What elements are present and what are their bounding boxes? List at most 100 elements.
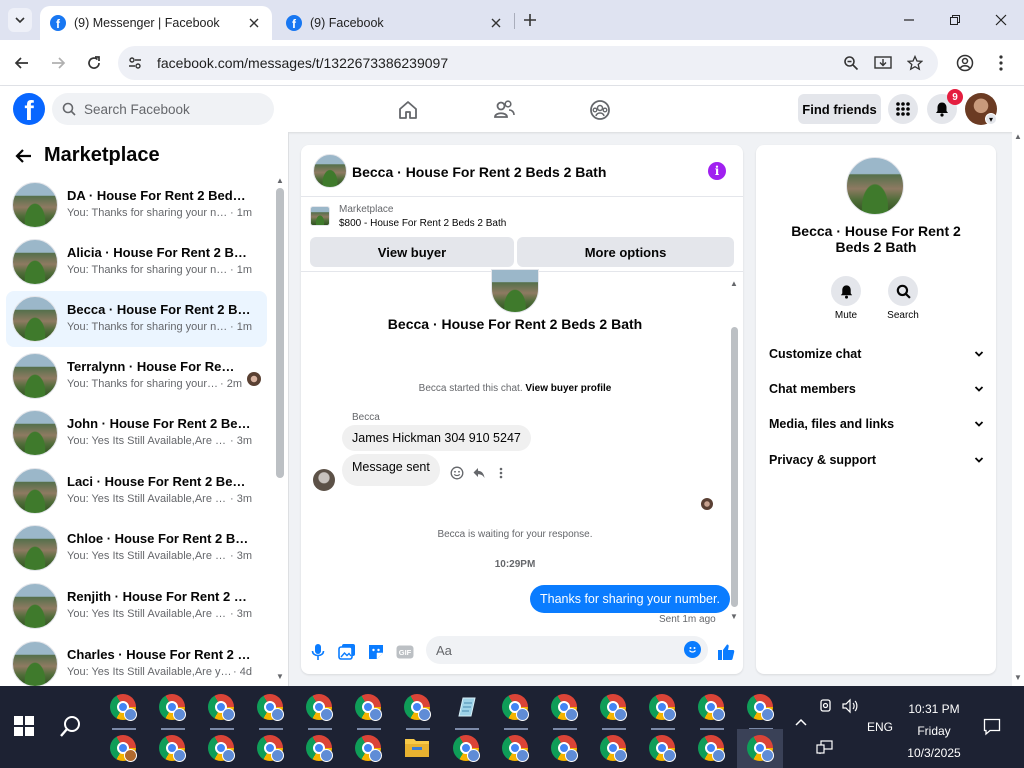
sender-avatar[interactable] <box>313 469 335 491</box>
more-vertical-icon[interactable] <box>490 464 512 482</box>
site-info-icon[interactable] <box>126 54 144 72</box>
scroll-down-arrow-icon[interactable]: ▼ <box>276 672 284 681</box>
sidebar-scrollbar[interactable] <box>276 188 284 478</box>
windows-start-icon[interactable] <box>14 716 34 736</box>
zoom-icon[interactable] <box>842 54 860 72</box>
omnibox[interactable]: facebook.com/messages/t/1322673386239097 <box>118 46 938 80</box>
conversation-item[interactable]: Renjith · House For Rent 2 Beds... You: … <box>6 578 267 634</box>
gif-icon[interactable]: GIF <box>395 642 415 662</box>
taskbar-chrome-icon[interactable] <box>600 694 628 730</box>
scroll-down-arrow-icon[interactable]: ▼ <box>1014 673 1022 682</box>
taskbar-chrome-icon[interactable] <box>355 735 383 763</box>
scroll-down-arrow-icon[interactable]: ▼ <box>730 612 738 621</box>
message-input[interactable]: Aa <box>426 636 708 664</box>
facebook-search-input[interactable]: Search Facebook <box>52 93 274 125</box>
close-tab-icon[interactable] <box>246 15 262 31</box>
taskbar-chrome-icon[interactable] <box>257 694 285 730</box>
find-friends-button[interactable]: Find friends <box>798 94 881 124</box>
conversation-item[interactable]: DA · House For Rent 2 Beds 2 B... You: T… <box>6 177 267 233</box>
tab-facebook[interactable]: f (9) Facebook <box>276 6 514 40</box>
taskbar-chrome-icon[interactable] <box>649 735 677 763</box>
sticker-icon[interactable] <box>366 642 386 662</box>
back-button[interactable] <box>11 52 33 74</box>
taskbar-clock[interactable]: 10:31 PM Friday 10/3/2025 <box>904 698 964 764</box>
taskbar-chrome-icon[interactable] <box>208 735 236 763</box>
conversation-item[interactable]: Terralynn · House For Rent 2 ... You: Th… <box>6 348 267 404</box>
forward-button[interactable] <box>47 52 69 74</box>
browser-menu-button[interactable] <box>990 52 1012 74</box>
minimize-button[interactable] <box>897 8 921 32</box>
reply-icon[interactable] <box>468 464 490 482</box>
home-nav-button[interactable] <box>396 98 420 122</box>
photo-icon[interactable] <box>337 642 357 662</box>
media-files-links-section[interactable]: Media, files and links <box>769 414 984 434</box>
tab-messenger[interactable]: f (9) Messenger | Facebook <box>40 6 272 40</box>
taskbar-chrome-icon[interactable] <box>110 735 138 763</box>
taskbar-chrome-icon[interactable] <box>208 694 236 730</box>
volume-icon[interactable] <box>841 698 859 717</box>
taskbar-file-explorer-icon[interactable] <box>404 735 432 763</box>
scroll-up-arrow-icon[interactable]: ▲ <box>730 279 738 288</box>
contact-avatar[interactable] <box>846 157 904 215</box>
input-language-indicator[interactable]: ENG <box>867 720 893 734</box>
outgoing-message[interactable]: Thanks for sharing your number. <box>530 585 730 613</box>
react-emoji-icon[interactable] <box>446 464 468 482</box>
show-hidden-icons-chevron-icon[interactable] <box>795 716 807 730</box>
incoming-message[interactable]: Message sent <box>342 454 440 486</box>
chat-members-section[interactable]: Chat members <box>769 379 984 399</box>
customize-chat-section[interactable]: Customize chat <box>769 344 984 364</box>
taskbar-chrome-icon[interactable] <box>306 694 334 730</box>
conversation-item[interactable]: Chloe · House For Rent 2 Beds 2... You: … <box>6 520 267 576</box>
network-icon[interactable] <box>816 739 834 758</box>
microphone-icon[interactable] <box>308 642 328 662</box>
back-arrow-icon[interactable] <box>14 146 34 166</box>
groups-nav-button[interactable] <box>588 98 612 122</box>
taskbar-chrome-icon[interactable] <box>306 735 334 763</box>
close-window-button[interactable] <box>989 8 1013 32</box>
more-options-button[interactable]: More options <box>517 237 734 267</box>
conversation-item[interactable]: Alicia · House For Rent 2 Beds 2... You:… <box>6 234 267 290</box>
tab-search-button[interactable] <box>8 8 32 32</box>
meet-now-icon[interactable] <box>818 698 834 717</box>
taskbar-chrome-icon[interactable] <box>159 735 187 763</box>
taskbar-chrome-active-icon[interactable] <box>737 729 783 768</box>
taskbar-chrome-icon[interactable] <box>502 735 530 763</box>
taskbar-chrome-icon[interactable] <box>110 694 138 730</box>
chat-title[interactable]: Becca · House For Rent 2 Beds 2 Bath <box>352 164 606 180</box>
taskbar-chrome-icon[interactable] <box>551 694 579 730</box>
restore-button[interactable] <box>943 8 967 32</box>
taskbar-chrome-icon[interactable] <box>159 694 187 730</box>
taskbar-search-icon[interactable] <box>58 714 84 740</box>
view-buyer-button[interactable]: View buyer <box>310 237 514 267</box>
privacy-support-section[interactable]: Privacy & support <box>769 450 984 470</box>
chat-avatar[interactable] <box>313 154 347 188</box>
taskbar-chrome-icon[interactable] <box>453 735 481 763</box>
conversation-item[interactable]: Laci · House For Rent 2 Beds 2 ... You: … <box>6 463 267 519</box>
install-app-icon[interactable] <box>874 54 892 72</box>
emoji-icon[interactable] <box>684 641 701 658</box>
taskbar-chrome-icon[interactable] <box>698 694 726 730</box>
taskbar-chrome-icon[interactable] <box>551 735 579 763</box>
close-tab-icon[interactable] <box>488 15 504 31</box>
view-buyer-profile-link[interactable]: View buyer profile <box>525 383 611 394</box>
listing-title[interactable]: $800 - House For Rent 2 Beds 2 Bath <box>339 218 506 229</box>
taskbar-chrome-icon[interactable] <box>257 735 285 763</box>
thread-scrollbar[interactable] <box>731 327 738 607</box>
conversation-item[interactable]: Charles · House For Rent 2 Beds... You: … <box>6 636 267 686</box>
taskbar-chrome-icon[interactable] <box>600 735 628 763</box>
conversation-item-selected[interactable]: Becca · House For Rent 2 Beds 2... You: … <box>6 291 267 347</box>
reload-button[interactable] <box>83 52 105 74</box>
facebook-logo-icon[interactable]: f <box>13 93 45 125</box>
taskbar-chrome-icon[interactable] <box>698 735 726 763</box>
scroll-up-arrow-icon[interactable]: ▲ <box>1014 132 1022 141</box>
thumbs-up-icon[interactable] <box>716 642 736 662</box>
new-tab-button[interactable] <box>520 10 540 30</box>
taskbar-chrome-icon[interactable] <box>502 694 530 730</box>
account-chevron-icon[interactable]: ▾ <box>985 113 997 125</box>
taskbar-chrome-icon[interactable] <box>404 694 432 730</box>
taskbar-chrome-icon[interactable] <box>649 694 677 730</box>
page-scrollbar[interactable]: ▲ ▼ <box>1012 132 1024 686</box>
taskbar-chrome-icon[interactable] <box>747 694 775 730</box>
scroll-up-arrow-icon[interactable]: ▲ <box>276 176 284 185</box>
bookmark-star-icon[interactable] <box>906 54 924 72</box>
